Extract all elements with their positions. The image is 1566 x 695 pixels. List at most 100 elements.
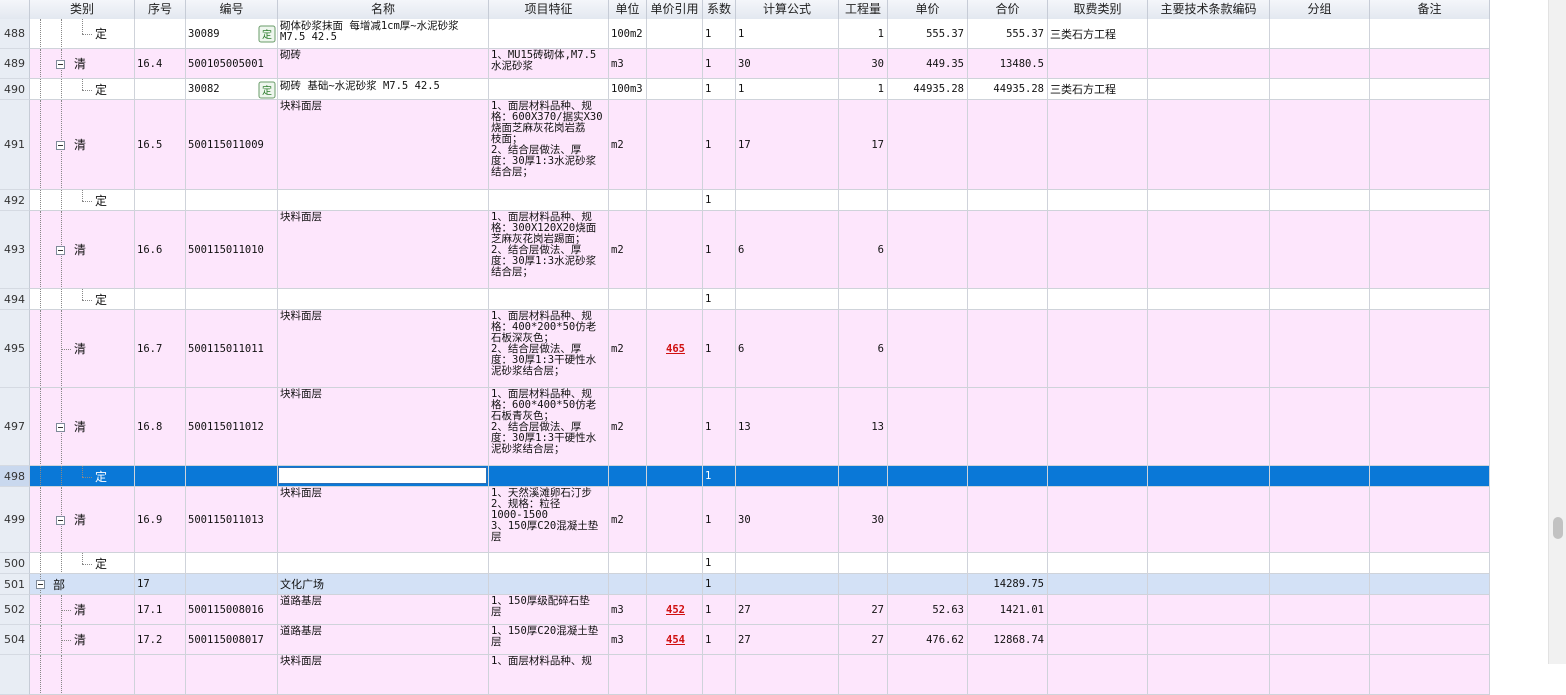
coef-cell[interactable] (703, 655, 736, 695)
unit-cell[interactable]: m2 (609, 310, 647, 388)
group-cell[interactable] (1270, 79, 1370, 100)
price-cell[interactable] (888, 466, 968, 487)
fee-cell[interactable] (1048, 190, 1148, 211)
total-cell[interactable] (968, 289, 1048, 310)
table-row[interactable]: 491 清 16.5 500115011009 块料面层 1、面层材料品种、规 格：600… (0, 100, 1490, 190)
seq-cell[interactable]: 16.4 (135, 49, 186, 79)
formula-cell[interactable]: 30 (736, 487, 839, 553)
fee-cell[interactable] (1048, 574, 1148, 595)
ref-cell[interactable] (647, 100, 703, 190)
column-header-qty[interactable]: 工程量 (839, 0, 888, 19)
coef-cell[interactable]: 1 (703, 100, 736, 190)
collapse-icon[interactable] (56, 245, 65, 255)
row-number[interactable]: 499 (0, 487, 30, 553)
name-cell[interactable]: 块料面层 (278, 211, 489, 289)
row-number[interactable]: 489 (0, 49, 30, 79)
total-cell[interactable]: 13480.5 (968, 49, 1048, 79)
coef-cell[interactable]: 1 (703, 388, 736, 466)
price-cell[interactable] (888, 487, 968, 553)
feature-cell[interactable] (489, 19, 609, 49)
note-cell[interactable] (1370, 211, 1490, 289)
table-row[interactable]: 499 清 16.9 500115011013 块料面层 1、天然溪滩卵石汀步 2、规格：… (0, 487, 1490, 553)
coef-cell[interactable]: 1 (703, 574, 736, 595)
column-header-price[interactable]: 单价 (888, 0, 968, 19)
type-cell[interactable]: 清 (30, 595, 135, 625)
note-cell[interactable] (1370, 388, 1490, 466)
price-cell[interactable] (888, 574, 968, 595)
note-cell[interactable] (1370, 49, 1490, 79)
price-reference-link[interactable]: 452 (666, 604, 685, 616)
formula-cell[interactable] (736, 655, 839, 695)
code-cell[interactable] (186, 574, 278, 595)
formula-cell[interactable]: 17 (736, 100, 839, 190)
qty-cell[interactable] (839, 574, 888, 595)
coef-cell[interactable]: 1 (703, 553, 736, 574)
total-cell[interactable] (968, 487, 1048, 553)
total-cell[interactable] (968, 553, 1048, 574)
feature-cell[interactable]: 1、面层材料品种、规 格：600X370/据实X30 烧面芝麻灰花岗岩荔 枝面；… (489, 100, 609, 190)
note-cell[interactable] (1370, 574, 1490, 595)
row-number[interactable]: 500 (0, 553, 30, 574)
row-number[interactable]: 498 (0, 466, 30, 487)
name-edit-input[interactable] (278, 467, 487, 484)
formula-cell[interactable] (736, 289, 839, 310)
fee-cell[interactable] (1048, 553, 1148, 574)
feature-cell[interactable] (489, 574, 609, 595)
name-cell[interactable]: 块料面层 (278, 388, 489, 466)
tech-cell[interactable] (1148, 574, 1270, 595)
unit-cell[interactable] (609, 574, 647, 595)
feature-cell[interactable] (489, 553, 609, 574)
column-header-formula[interactable]: 计算公式 (736, 0, 839, 19)
name-cell[interactable] (278, 553, 489, 574)
tech-cell[interactable] (1148, 655, 1270, 695)
type-cell[interactable]: 清 (30, 388, 135, 466)
fee-cell[interactable] (1048, 49, 1148, 79)
row-number[interactable]: 492 (0, 190, 30, 211)
ref-cell[interactable] (647, 289, 703, 310)
column-header-fee[interactable]: 取费类别 (1048, 0, 1148, 19)
coef-cell[interactable]: 1 (703, 190, 736, 211)
note-cell[interactable] (1370, 100, 1490, 190)
code-cell[interactable]: 500115011012 (186, 388, 278, 466)
code-cell[interactable]: 500105005001 (186, 49, 278, 79)
tech-cell[interactable] (1148, 190, 1270, 211)
qty-cell[interactable]: 6 (839, 211, 888, 289)
type-cell[interactable]: 定 (30, 19, 135, 49)
qty-cell[interactable] (839, 289, 888, 310)
tech-cell[interactable] (1148, 595, 1270, 625)
formula-cell[interactable]: 1 (736, 19, 839, 49)
total-cell[interactable]: 1421.01 (968, 595, 1048, 625)
group-cell[interactable] (1270, 190, 1370, 211)
seq-cell[interactable] (135, 190, 186, 211)
group-cell[interactable] (1270, 574, 1370, 595)
qty-cell[interactable]: 27 (839, 625, 888, 655)
unit-cell[interactable]: m3 (609, 49, 647, 79)
group-cell[interactable] (1270, 487, 1370, 553)
formula-cell[interactable]: 13 (736, 388, 839, 466)
seq-cell[interactable]: 16.6 (135, 211, 186, 289)
price-reference-link[interactable]: 454 (666, 634, 685, 646)
table-row[interactable]: 495 清 16.7 500115011011 块料面层 1、面层材料品种、规 格：400… (0, 310, 1490, 388)
table-row[interactable]: 488 定 30089 砌体砂浆抹面 每增减1cm厚~水泥砂浆 M7.5 42.5 10… (0, 19, 1490, 49)
ref-cell[interactable]: 452 (647, 595, 703, 625)
formula-cell[interactable]: 30 (736, 49, 839, 79)
table-row[interactable]: 501 部 17 文化广场 1 14289.75 (0, 574, 1490, 595)
type-cell[interactable]: 定 (30, 79, 135, 100)
name-cell[interactable]: 块料面层 (278, 100, 489, 190)
name-cell[interactable]: 块料面层 (278, 655, 489, 695)
column-header-total[interactable]: 合价 (968, 0, 1048, 19)
unit-cell[interactable]: 100m2 (609, 19, 647, 49)
coef-cell[interactable]: 1 (703, 487, 736, 553)
coef-cell[interactable]: 1 (703, 289, 736, 310)
row-number[interactable]: 488 (0, 19, 30, 49)
formula-cell[interactable] (736, 466, 839, 487)
fee-cell[interactable]: 三类石方工程 (1048, 79, 1148, 100)
qty-cell[interactable]: 27 (839, 595, 888, 625)
feature-cell[interactable]: 1、面层材料品种、规 格：400*200*50仿老 石板深灰色； 2、结合层做法… (489, 310, 609, 388)
type-cell[interactable] (30, 655, 135, 695)
column-header-feat[interactable]: 项目特征 (489, 0, 609, 19)
type-cell[interactable]: 清 (30, 487, 135, 553)
name-cell[interactable] (278, 190, 489, 211)
name-cell[interactable]: 块料面层 (278, 310, 489, 388)
tech-cell[interactable] (1148, 100, 1270, 190)
